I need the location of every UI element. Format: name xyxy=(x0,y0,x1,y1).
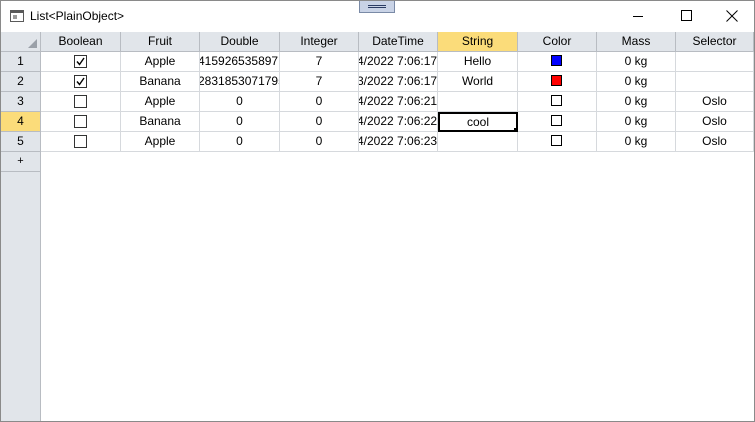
cell-boolean[interactable] xyxy=(41,112,121,132)
cell-double[interactable]: 415926535897 xyxy=(200,52,280,72)
color-swatch-icon[interactable] xyxy=(551,95,562,106)
close-button[interactable] xyxy=(708,1,754,32)
cell-datetime[interactable]: 4/2022 7:06:22 xyxy=(359,112,438,132)
cell-datetime-value: 4/2022 7:06:23 xyxy=(359,134,438,148)
cell-boolean[interactable] xyxy=(41,52,121,72)
column-header-boolean[interactable]: Boolean xyxy=(41,32,121,52)
color-swatch-icon[interactable] xyxy=(551,115,562,126)
cell-fruit[interactable]: Apple xyxy=(121,132,200,152)
cell-mass[interactable]: 0 kg xyxy=(597,72,676,92)
title-bar[interactable]: List<PlainObject> xyxy=(1,1,754,32)
cell-integer[interactable]: 7 xyxy=(280,52,359,72)
cell-double[interactable]: 0 xyxy=(200,132,280,152)
window-icon xyxy=(10,10,24,22)
column-header-double[interactable]: Double xyxy=(200,32,280,52)
color-swatch-icon[interactable] xyxy=(551,75,562,86)
column-header-color[interactable]: Color xyxy=(518,32,597,52)
row-header[interactable]: 3 xyxy=(1,92,41,112)
cell-integer[interactable]: 0 xyxy=(280,132,359,152)
cell-fruit[interactable]: Banana xyxy=(121,72,200,92)
cell-double-value: 2831853071795 xyxy=(200,74,280,88)
cell-datetime[interactable]: 4/2022 7:06:23 xyxy=(359,132,438,152)
cell-color[interactable] xyxy=(518,132,597,152)
cell-double-value: 0 xyxy=(236,94,243,108)
cell-datetime[interactable]: 4/2022 7:06:17 xyxy=(359,52,438,72)
cell-integer[interactable]: 0 xyxy=(280,112,359,132)
cell-double-value: 0 xyxy=(236,114,243,128)
cell-double[interactable]: 0 xyxy=(200,112,280,132)
cell-mass[interactable]: 0 kg xyxy=(597,52,676,72)
cell-color[interactable] xyxy=(518,52,597,72)
cell-datetime-value: 4/2022 7:06:22 xyxy=(359,114,438,128)
cell-selector[interactable]: Oslo xyxy=(676,112,754,132)
maximize-button[interactable] xyxy=(662,1,708,32)
cell-color[interactable] xyxy=(518,92,597,112)
cell-fruit[interactable]: Apple xyxy=(121,92,200,112)
color-swatch-icon[interactable] xyxy=(551,135,562,146)
cell-datetime-value: 3/2022 7:06:17 xyxy=(359,74,438,88)
color-swatch-icon[interactable] xyxy=(551,55,562,66)
column-header-string[interactable]: String xyxy=(438,32,518,52)
column-header-mass[interactable]: Mass xyxy=(597,32,676,52)
cell-string[interactable] xyxy=(438,132,518,152)
close-icon xyxy=(726,10,738,22)
cell-integer[interactable]: 0 xyxy=(280,92,359,112)
cell-integer[interactable]: 7 xyxy=(280,72,359,92)
app-window: List<PlainObject> Boolean Fruit Double Inte… xyxy=(0,0,755,422)
cell-selector[interactable]: Oslo xyxy=(676,92,754,112)
cell-boolean[interactable] xyxy=(41,132,121,152)
cell-datetime[interactable]: 4/2022 7:06:21 xyxy=(359,92,438,112)
cell-datetime-value: 4/2022 7:06:17 xyxy=(359,54,438,68)
cell-string[interactable]: cool xyxy=(438,112,518,132)
cell-double[interactable]: 0 xyxy=(200,92,280,112)
cell-color[interactable] xyxy=(518,72,597,92)
row-header[interactable]: 1 xyxy=(1,52,41,72)
cell-color[interactable] xyxy=(518,112,597,132)
toolbar-grip-handle[interactable] xyxy=(359,1,395,13)
cell-selector[interactable]: Oslo xyxy=(676,132,754,152)
add-row-button[interactable]: + xyxy=(1,152,41,172)
checkbox-icon[interactable] xyxy=(74,135,87,148)
window-title: List<PlainObject> xyxy=(30,9,125,23)
cell-double[interactable]: 2831853071795 xyxy=(200,72,280,92)
column-header-integer[interactable]: Integer xyxy=(280,32,359,52)
cell-selector[interactable] xyxy=(676,72,754,92)
checkbox-icon[interactable] xyxy=(74,115,87,128)
cell-datetime-value: 4/2022 7:06:21 xyxy=(359,94,438,108)
cell-string[interactable] xyxy=(438,92,518,112)
cell-boolean[interactable] xyxy=(41,92,121,112)
row-header[interactable]: 4 xyxy=(1,112,41,132)
cell-fruit[interactable]: Banana xyxy=(121,112,200,132)
row-header[interactable]: 2 xyxy=(1,72,41,92)
cell-datetime[interactable]: 3/2022 7:06:17 xyxy=(359,72,438,92)
select-all-corner[interactable] xyxy=(1,32,41,52)
cell-double-value: 415926535897 xyxy=(200,54,279,68)
cell-string[interactable]: World xyxy=(438,72,518,92)
cell-boolean[interactable] xyxy=(41,72,121,92)
row-header[interactable]: 5 xyxy=(1,132,41,152)
cell-mass[interactable]: 0 kg xyxy=(597,112,676,132)
checkbox-icon[interactable] xyxy=(74,95,87,108)
cell-mass[interactable]: 0 kg xyxy=(597,132,676,152)
column-header-selector[interactable]: Selector xyxy=(676,32,754,52)
cell-double-value: 0 xyxy=(236,134,243,148)
cell-fruit[interactable]: Apple xyxy=(121,52,200,72)
column-header-fruit[interactable]: Fruit xyxy=(121,32,200,52)
column-header-datetime[interactable]: DateTime xyxy=(359,32,438,52)
cell-mass[interactable]: 0 kg xyxy=(597,92,676,112)
data-grid[interactable]: Boolean Fruit Double Integer DateTime String C… xyxy=(1,32,754,421)
minimize-button[interactable] xyxy=(616,1,662,32)
checked-checkbox-icon[interactable] xyxy=(74,55,87,68)
cell-string[interactable]: Hello xyxy=(438,52,518,72)
checked-checkbox-icon[interactable] xyxy=(74,75,87,88)
cell-selector[interactable] xyxy=(676,52,754,72)
